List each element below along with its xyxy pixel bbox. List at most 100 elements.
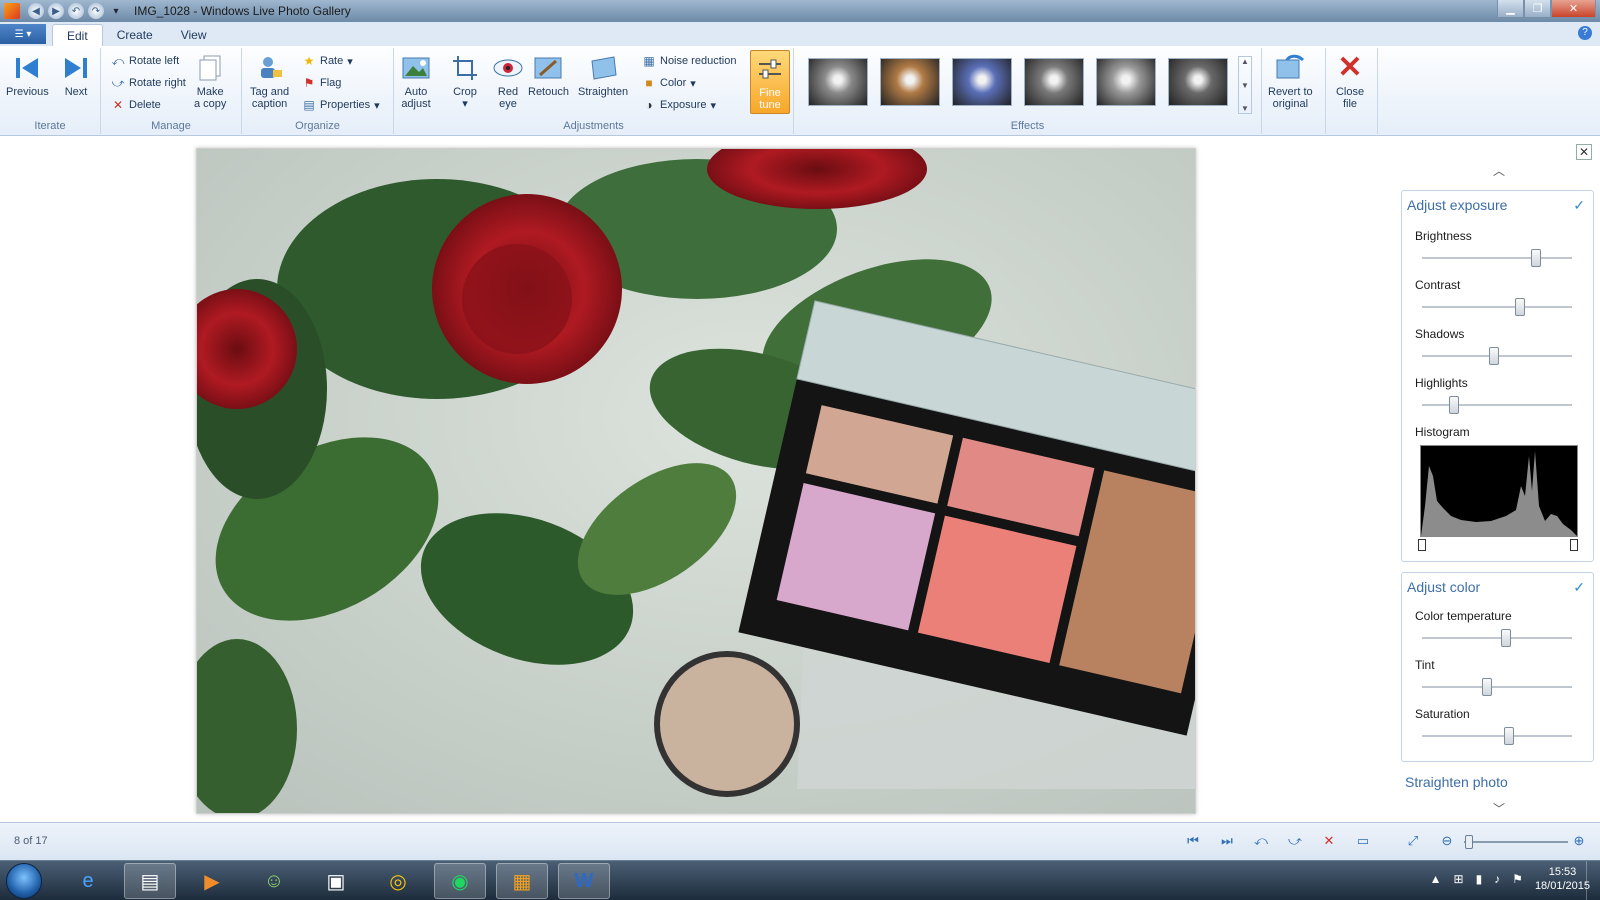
photo-gallery-icon[interactable]: ▦	[496, 863, 548, 899]
retouch-button[interactable]: Retouch	[528, 52, 569, 98]
effects-scroller[interactable]: ▲ ▼ ▼	[1238, 56, 1252, 114]
word-icon[interactable]: W	[558, 863, 610, 899]
fine-tune-button[interactable]: Fine tune	[750, 50, 790, 114]
noise-reduction-button[interactable]: ▦ Noise reduction	[642, 54, 736, 68]
app-icon[interactable]	[4, 3, 20, 19]
straighten-photo-link[interactable]: Straighten photo	[1405, 774, 1508, 790]
messenger-icon[interactable]: ☺	[248, 863, 300, 899]
help-icon[interactable]: ?	[1578, 26, 1592, 40]
histogram-black-point-handle[interactable]	[1418, 539, 1426, 551]
close-panel-button[interactable]: ✕	[1576, 144, 1592, 160]
zoom-slider-thumb[interactable]	[1465, 835, 1474, 849]
clock[interactable]: 15:53 18/01/2015	[1535, 865, 1590, 893]
minimize-button[interactable]: ▁	[1497, 0, 1524, 18]
file-explorer-icon[interactable]: ▤	[124, 863, 176, 899]
next-button[interactable]: Next	[60, 52, 92, 98]
zoom-in-icon[interactable]: ⊕	[1570, 832, 1588, 850]
media-player-icon[interactable]: ▶	[186, 863, 238, 899]
auto-adjust-button[interactable]: Auto adjust	[400, 52, 432, 110]
effect-thumbnail[interactable]	[880, 58, 940, 106]
effect-thumbnail[interactable]	[1168, 58, 1228, 106]
undo-icon[interactable]: ↶	[68, 3, 84, 19]
saturation-slider[interactable]	[1422, 727, 1572, 745]
action-center-flag-icon[interactable]: ⚑	[1512, 872, 1523, 886]
flag-button[interactable]: ⚑ Flag	[302, 76, 342, 90]
close-file-button[interactable]: ✕ Close file	[1334, 52, 1366, 111]
tag-label-2: caption	[251, 98, 288, 110]
scroll-up-icon[interactable]: ︿	[1493, 162, 1505, 179]
main-photo[interactable]	[196, 148, 1196, 814]
last-photo-icon[interactable]: ⏭	[1218, 832, 1236, 850]
app-menu-button[interactable]: ☰ ▾	[0, 24, 46, 44]
delete-button[interactable]: ✕ Delete	[111, 98, 161, 112]
effect-thumbnail[interactable]	[1024, 58, 1084, 106]
tab-create[interactable]: Create	[103, 24, 167, 46]
rotate-right-icon[interactable]: ⤻	[1286, 832, 1304, 850]
zoom-slider[interactable]	[1464, 835, 1568, 849]
zoom-out-icon[interactable]: ⊖	[1438, 832, 1456, 850]
tab-view[interactable]: View	[167, 24, 221, 46]
tint-slider[interactable]	[1422, 678, 1572, 696]
fine-tune-panel: ✕ ︿ Adjust exposure ✓ Brightness Contras…	[1393, 136, 1600, 822]
slideshow-icon[interactable]: ▭	[1354, 832, 1372, 850]
brightness-slider[interactable]	[1422, 249, 1572, 267]
effect-thumbnail[interactable]	[808, 58, 868, 106]
photo-app-icon[interactable]: ▣	[310, 863, 362, 899]
saturation-label: Saturation	[1415, 707, 1470, 721]
volume-icon[interactable]: ♪	[1494, 872, 1500, 886]
scroll-down-icon[interactable]: ﹀	[1493, 800, 1505, 817]
internet-explorer-icon[interactable]: e	[62, 863, 114, 899]
effect-thumbnail[interactable]	[952, 58, 1012, 106]
network-device-icon[interactable]: ⊞	[1454, 872, 1464, 886]
straighten-icon	[587, 52, 619, 84]
previous-button[interactable]: Previous	[6, 52, 49, 98]
revert-button[interactable]: Revert to original	[1268, 52, 1313, 110]
shadows-slider[interactable]	[1422, 347, 1572, 365]
close-window-button[interactable]: ✕	[1551, 0, 1596, 18]
adjust-exposure-title[interactable]: Adjust exposure	[1407, 197, 1507, 213]
fit-to-window-icon[interactable]: ⤢	[1404, 832, 1422, 850]
delete-icon[interactable]: ✕	[1320, 832, 1338, 850]
slider-thumb[interactable]	[1501, 629, 1511, 647]
contrast-slider[interactable]	[1422, 298, 1572, 316]
slider-thumb[interactable]	[1448, 396, 1459, 414]
chrome-icon[interactable]: ◎	[372, 863, 424, 899]
properties-button[interactable]: ▤ Properties ▾	[302, 98, 379, 112]
tag-caption-button[interactable]: Tag and caption	[250, 52, 289, 110]
slider-thumb[interactable]	[1489, 347, 1499, 365]
first-photo-icon[interactable]: ⏮	[1184, 832, 1202, 850]
scroll-up-icon[interactable]: ▲	[1241, 57, 1249, 66]
highlights-slider[interactable]	[1422, 396, 1572, 414]
slider-thumb[interactable]	[1531, 249, 1541, 267]
back-icon[interactable]: ◀	[28, 3, 44, 19]
color-temperature-slider[interactable]	[1422, 629, 1572, 647]
rotate-right-button[interactable]: ⤻ Rotate right	[111, 76, 186, 90]
tray-expand-icon[interactable]: ▲	[1430, 872, 1442, 886]
quick-access-dropdown-icon[interactable]: ▾	[108, 3, 124, 19]
rotate-left-icon[interactable]: ⤺	[1252, 832, 1270, 850]
expand-gallery-icon[interactable]: ▼	[1241, 104, 1249, 113]
signal-icon[interactable]: ▮	[1476, 872, 1483, 886]
start-button[interactable]	[6, 863, 42, 899]
straighten-button[interactable]: Straighten	[578, 52, 628, 98]
maximize-button[interactable]: ❐	[1524, 0, 1551, 18]
make-copy-button[interactable]: Make a copy	[194, 52, 226, 110]
scroll-down-icon[interactable]: ▼	[1241, 81, 1249, 90]
spotify-icon[interactable]: ◉	[434, 863, 486, 899]
adjust-color-title[interactable]: Adjust color	[1407, 579, 1480, 595]
forward-icon[interactable]: ▶	[48, 3, 64, 19]
slider-thumb[interactable]	[1514, 298, 1525, 316]
exposure-button[interactable]: ◑ Exposure ▾	[642, 98, 716, 112]
crop-button[interactable]: Crop ▾	[449, 52, 481, 110]
histogram-white-point-handle[interactable]	[1570, 539, 1578, 551]
tab-edit[interactable]: Edit	[52, 24, 103, 46]
red-eye-button[interactable]: Red eye	[492, 52, 524, 110]
slider-thumb[interactable]	[1481, 678, 1492, 696]
color-button[interactable]: ■ Color ▾	[642, 76, 695, 90]
redo-icon[interactable]: ↷	[88, 3, 104, 19]
rate-button[interactable]: ★ Rate ▾	[302, 54, 353, 68]
effect-thumbnail[interactable]	[1096, 58, 1156, 106]
slider-thumb[interactable]	[1504, 727, 1514, 745]
rotate-left-button[interactable]: ⤺ Rotate left	[111, 54, 180, 68]
show-desktop-button[interactable]	[1586, 861, 1600, 900]
